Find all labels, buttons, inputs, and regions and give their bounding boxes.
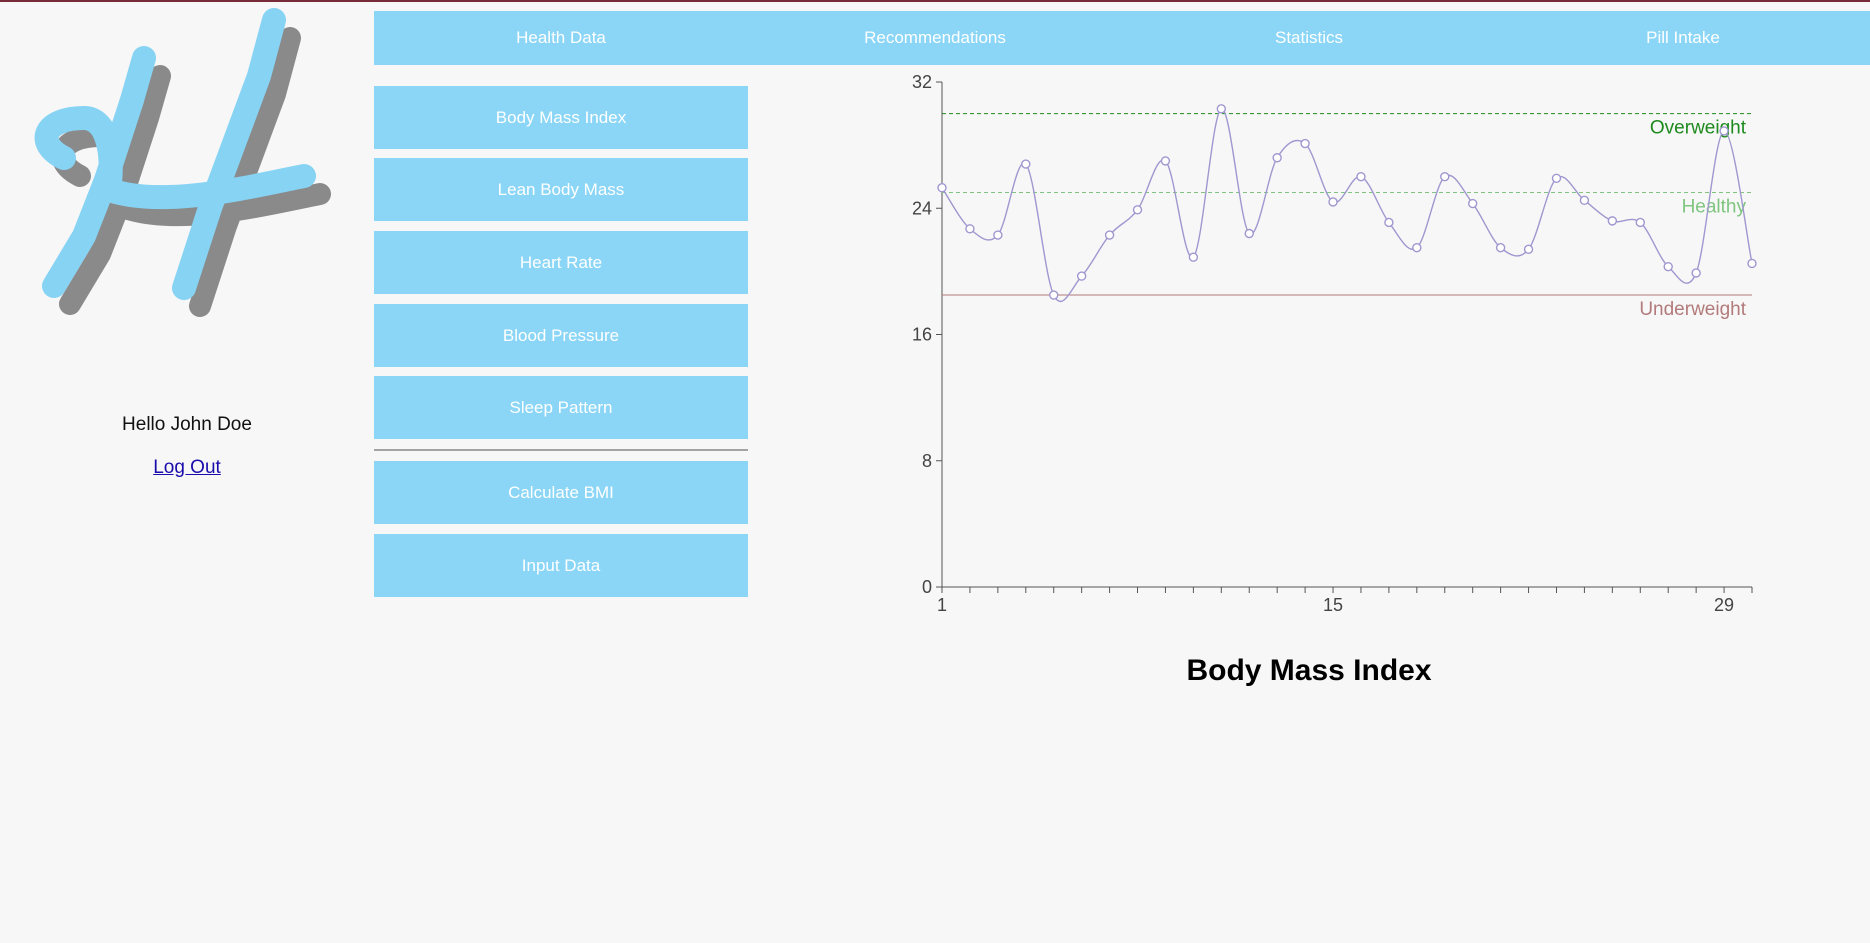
blood-pressure-button[interactable]: Blood Pressure <box>374 304 748 367</box>
top-navigation: Health Data Recommendations Statistics P… <box>374 11 1870 65</box>
data-point <box>1691 268 1701 278</box>
data-point <box>1384 217 1394 228</box>
data-point <box>1272 153 1282 163</box>
sleep-pattern-button[interactable]: Sleep Pattern <box>374 376 748 439</box>
x-tick-label: 15 <box>1323 595 1343 615</box>
calculate-bmi-button[interactable]: Calculate BMI <box>374 461 748 524</box>
data-point <box>1551 173 1562 183</box>
data-point <box>993 230 1003 240</box>
nav-health-data[interactable]: Health Data <box>374 11 748 65</box>
data-point <box>1132 205 1143 215</box>
data-point <box>1356 171 1366 182</box>
data-point <box>1076 271 1087 281</box>
data-point <box>1216 104 1227 114</box>
data-point <box>1021 159 1031 169</box>
y-tick-label: 0 <box>922 577 932 597</box>
input-data-button[interactable]: Input Data <box>374 534 748 597</box>
data-point <box>1523 244 1534 254</box>
y-tick-label: 24 <box>912 198 932 218</box>
data-point <box>937 183 947 193</box>
data-point <box>1719 126 1729 136</box>
x-tick-label: 29 <box>1714 595 1734 615</box>
reference-label-underweight: Underweight <box>1639 299 1746 320</box>
y-tick-label: 8 <box>922 451 932 471</box>
top-accent-line <box>0 0 1870 2</box>
data-point <box>1412 243 1422 253</box>
bmi-line-chart: 0 8 16 24 32 1 15 29 Overweight Healthy Underweigh… <box>912 72 1757 615</box>
body-mass-index-button[interactable]: Body Mass Index <box>374 86 748 149</box>
user-greeting: Hello John Doe <box>122 414 252 435</box>
data-point <box>1579 195 1590 206</box>
data-point <box>1104 230 1115 240</box>
data-point <box>1328 197 1338 207</box>
nav-recommendations[interactable]: Recommendations <box>748 11 1122 65</box>
bmi-series-line <box>941 108 1753 303</box>
data-point <box>1467 198 1478 209</box>
data-point <box>1440 171 1450 182</box>
reference-label-overweight: Overweight <box>1650 118 1747 139</box>
data-point <box>1747 258 1757 269</box>
data-point <box>965 224 975 234</box>
nav-statistics[interactable]: Statistics <box>1122 11 1496 65</box>
data-point <box>1495 243 1506 253</box>
reference-label-healthy: Healthy <box>1682 196 1747 217</box>
lean-body-mass-button[interactable]: Lean Body Mass <box>374 158 748 221</box>
data-point <box>1663 261 1673 272</box>
heart-rate-button[interactable]: Heart Rate <box>374 231 748 294</box>
data-point <box>1188 252 1199 262</box>
y-tick-label: 16 <box>912 325 932 345</box>
sidebar-divider <box>374 449 748 451</box>
chart-title: Body Mass Index <box>1186 654 1432 687</box>
x-tick-label: 1 <box>937 595 947 615</box>
logout-link[interactable]: Log Out <box>153 457 221 478</box>
y-tick-label: 32 <box>912 72 932 92</box>
data-point <box>1160 156 1171 166</box>
logo-h-icon <box>34 8 331 317</box>
data-point <box>1607 216 1618 226</box>
data-point <box>1244 228 1254 239</box>
data-point <box>1635 217 1645 228</box>
data-point <box>1049 290 1059 300</box>
nav-pill-intake[interactable]: Pill Intake <box>1496 11 1870 65</box>
data-point <box>1300 138 1310 149</box>
